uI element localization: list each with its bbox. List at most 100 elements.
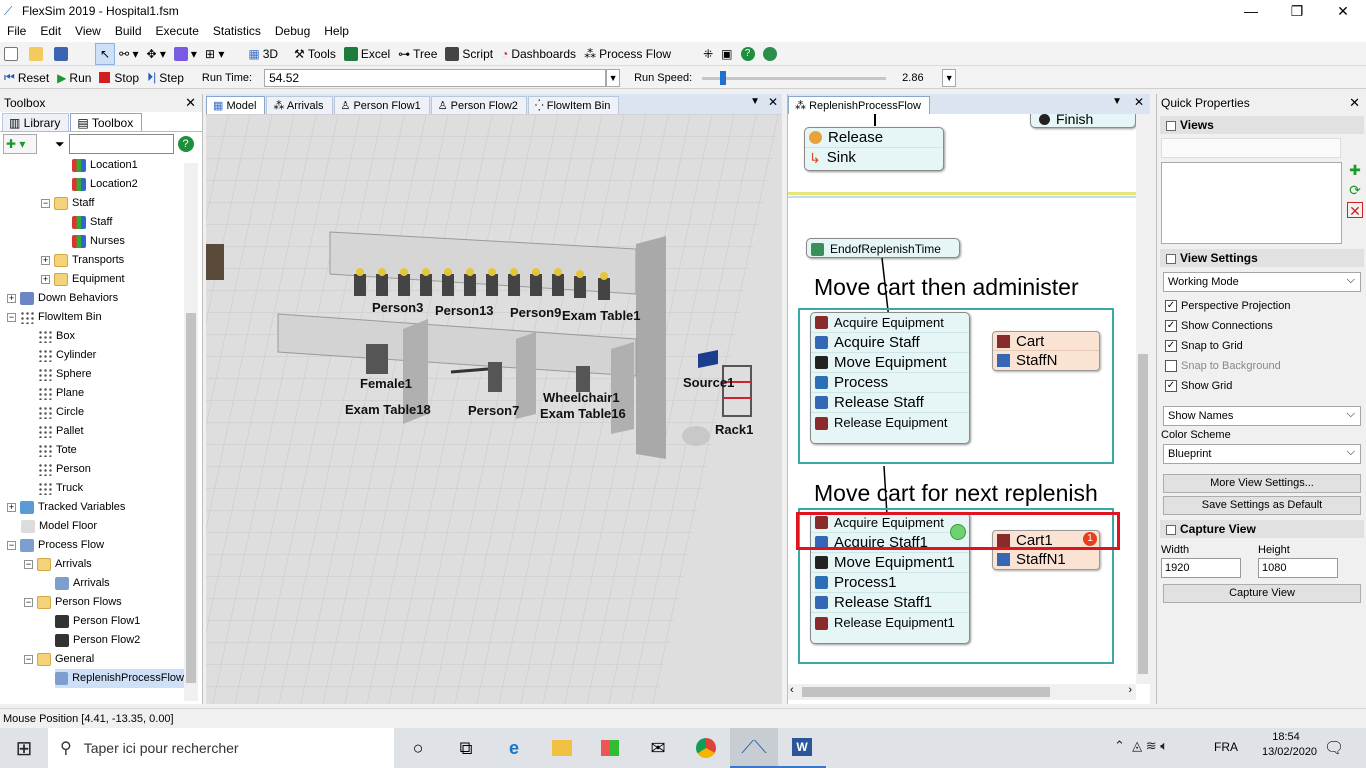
pf-activity[interactable]: Release Staff	[811, 393, 969, 413]
process-flow-canvas[interactable]: Release ↳ Sink Finish EndofReplenishTime …	[788, 114, 1136, 682]
save-settings-default-button[interactable]: Save Settings as Default	[1163, 496, 1361, 515]
capture-view-section[interactable]: Capture View	[1160, 520, 1364, 538]
pf-tabs-dropdown-icon[interactable]: ▼	[1112, 96, 1122, 107]
close-toolbox-icon[interactable]: ✕	[185, 94, 196, 112]
tree-item[interactable]: Circle	[38, 403, 84, 422]
close-quick-properties-icon[interactable]: ✕	[1349, 94, 1360, 112]
collapse-icon[interactable]: −	[7, 541, 16, 550]
collapse-icon[interactable]: −	[24, 655, 33, 664]
tree-item[interactable]: ReplenishProcessFlow	[55, 669, 184, 688]
add-object-button[interactable]: ✚ ▾	[3, 134, 37, 154]
show-names-select[interactable]: Show Names	[1163, 405, 1361, 426]
model-object-label[interactable]: Wheelchair1	[543, 390, 620, 405]
explorer-button[interactable]	[538, 728, 586, 768]
toolbox-scrollbar[interactable]	[184, 163, 198, 701]
tab-arrivals[interactable]: ⁂ Arrivals	[266, 96, 333, 114]
tree-item[interactable]: − Person Flows	[24, 593, 122, 612]
tree-item[interactable]: Model Floor	[21, 517, 97, 536]
menu-help[interactable]: Help	[317, 22, 356, 42]
tab-library[interactable]: ▥ Library	[2, 113, 70, 131]
process-flow-button[interactable]: ⁂ Process Flow	[580, 43, 675, 65]
close-window-button[interactable]: ✕	[1320, 0, 1366, 22]
model-object-label[interactable]: Rack1	[715, 422, 753, 437]
tab-replenish-process-flow[interactable]: ⁂ ReplenishProcessFlow	[788, 96, 930, 114]
script-button[interactable]: Script	[441, 43, 497, 65]
stop-button[interactable]: Stop	[95, 67, 143, 89]
tree-item[interactable]: + Tracked Variables	[7, 498, 125, 517]
model-object-label[interactable]: Source1	[683, 375, 734, 390]
pf-activity[interactable]: Acquire Equipment	[811, 313, 969, 333]
menu-debug[interactable]: Debug	[268, 22, 317, 42]
mail-button[interactable]: ✉	[634, 728, 682, 768]
collapse-icon[interactable]: −	[24, 560, 33, 569]
notifications-icon[interactable]: 🗨︎	[1324, 738, 1344, 758]
model-object-label[interactable]: Exam Table16	[540, 406, 626, 421]
view-options-button[interactable]: ⊞ ▾	[201, 43, 228, 65]
expand-icon[interactable]: +	[41, 256, 50, 265]
maximize-button[interactable]: ❐	[1274, 0, 1320, 22]
pf-vertical-scrollbar[interactable]	[1136, 114, 1150, 684]
tree-item[interactable]: + Down Behaviors	[7, 289, 118, 308]
tree-item[interactable]: Pallet	[38, 422, 84, 441]
run-button[interactable]: ▶ Run	[53, 67, 95, 89]
group1-resources[interactable]: Cart StaffN	[992, 331, 1100, 371]
color-scheme-select[interactable]: Blueprint	[1163, 443, 1361, 464]
minimize-button[interactable]: —	[1228, 0, 1274, 22]
save-button[interactable]	[50, 43, 75, 65]
presentation-button[interactable]: ▣	[717, 43, 736, 65]
group1-activity-block[interactable]: Acquire Equipment Acquire Staff Move Equip…	[810, 312, 970, 444]
tree-item[interactable]: − Process Flow	[7, 536, 104, 555]
tree-item[interactable]: Cylinder	[38, 346, 96, 365]
tree-item[interactable]: Tote	[38, 441, 77, 460]
run-speed-dropdown[interactable]: ▼	[942, 68, 957, 87]
view-setting-checkbox[interactable]: ✓ Perspective Projection	[1165, 300, 1290, 312]
pf-activity[interactable]: Release Staff1	[811, 593, 969, 613]
tree-item[interactable]: Location1	[72, 156, 138, 175]
taskbar-search-box[interactable]: ⚲ Taper ici pour rechercher	[48, 728, 394, 768]
tab-person-flow1[interactable]: ♙ Person Flow1	[333, 96, 430, 114]
model-object-label[interactable]: Person13	[435, 303, 494, 318]
help-button[interactable]: ?	[737, 43, 759, 65]
step-button[interactable]: ⏵| Step	[143, 67, 188, 89]
pf-activity[interactable]: Process1	[811, 573, 969, 593]
collapse-icon[interactable]: −	[41, 199, 50, 208]
tray-icons[interactable]: ⌃ ◬ ≋ 🔈︎	[1114, 738, 1168, 754]
views-name-field[interactable]	[1161, 138, 1341, 158]
close-pf-tab-icon[interactable]: ✕	[1134, 95, 1144, 109]
model-3d-view[interactable]: Person3 Person13 Person9 Exam Table1 Female1…	[206, 114, 782, 704]
tools-button[interactable]: ⚒ Tools	[290, 43, 340, 65]
clock[interactable]: 18:54 13/02/2020	[1262, 731, 1317, 758]
expand-icon[interactable]: +	[7, 503, 16, 512]
tabs-dropdown-icon[interactable]: ▼	[750, 96, 760, 107]
word-taskbar-button[interactable]: W	[778, 728, 826, 768]
store-button[interactable]	[586, 728, 634, 768]
view-setting-checkbox[interactable]: ✓ Show Grid	[1165, 380, 1232, 392]
more-view-settings-button[interactable]: More View Settings...	[1163, 474, 1361, 493]
tree-item[interactable]: − Staff	[41, 194, 94, 213]
view-setting-checkbox[interactable]: Snap to Background	[1165, 360, 1281, 372]
refresh-view-icon[interactable]: ⟳	[1347, 182, 1363, 198]
open-file-button[interactable]	[25, 43, 50, 65]
pf-activity[interactable]: Move Equipment	[811, 353, 969, 373]
tree-item[interactable]: Location2	[72, 175, 138, 194]
language-indicator[interactable]: FRA	[1214, 740, 1238, 754]
dashboards-button[interactable]: ◔ Dashboards	[497, 43, 580, 65]
tree-item[interactable]: Plane	[38, 384, 84, 403]
pf-activity[interactable]: Process	[811, 373, 969, 393]
tree-item[interactable]: Person Flow2	[55, 631, 140, 650]
tree-item[interactable]: Arrivals	[55, 574, 110, 593]
model-object-label[interactable]: Person7	[468, 403, 519, 418]
views-list[interactable]	[1161, 162, 1342, 244]
menu-file[interactable]: File	[0, 22, 33, 42]
view-settings-section[interactable]: View Settings	[1160, 249, 1364, 267]
connect-mode-button[interactable]: ⚯ ▾	[115, 43, 142, 65]
tree-item[interactable]: Staff	[72, 213, 112, 232]
pf-resource[interactable]: StaffN1	[993, 550, 1099, 569]
tree-item[interactable]: Truck	[38, 479, 83, 498]
expand-icon[interactable]: +	[41, 275, 50, 284]
cortana-button[interactable]: ○	[394, 728, 442, 768]
menu-statistics[interactable]: Statistics	[206, 22, 268, 42]
model-object-label[interactable]: Person3	[372, 300, 423, 315]
scroll-right-icon[interactable]: ›	[1128, 684, 1132, 696]
tree-item[interactable]: Box	[38, 327, 75, 346]
